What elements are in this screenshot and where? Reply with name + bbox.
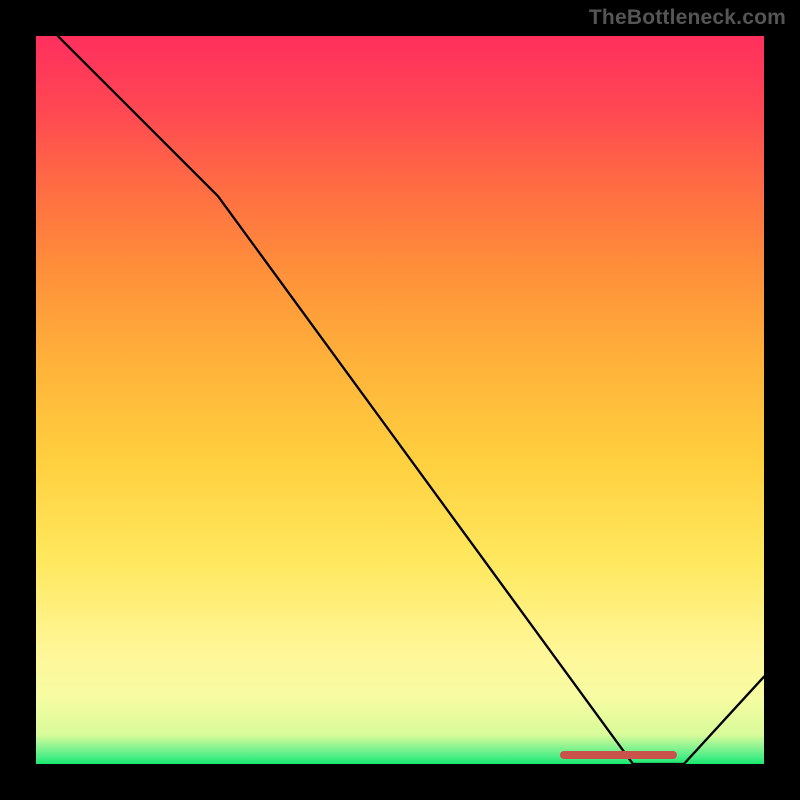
chart-plot-area [36,36,764,764]
valley-marker [560,751,676,759]
watermark-text: TheBottleneck.com [589,6,786,30]
chart-line [36,36,764,764]
